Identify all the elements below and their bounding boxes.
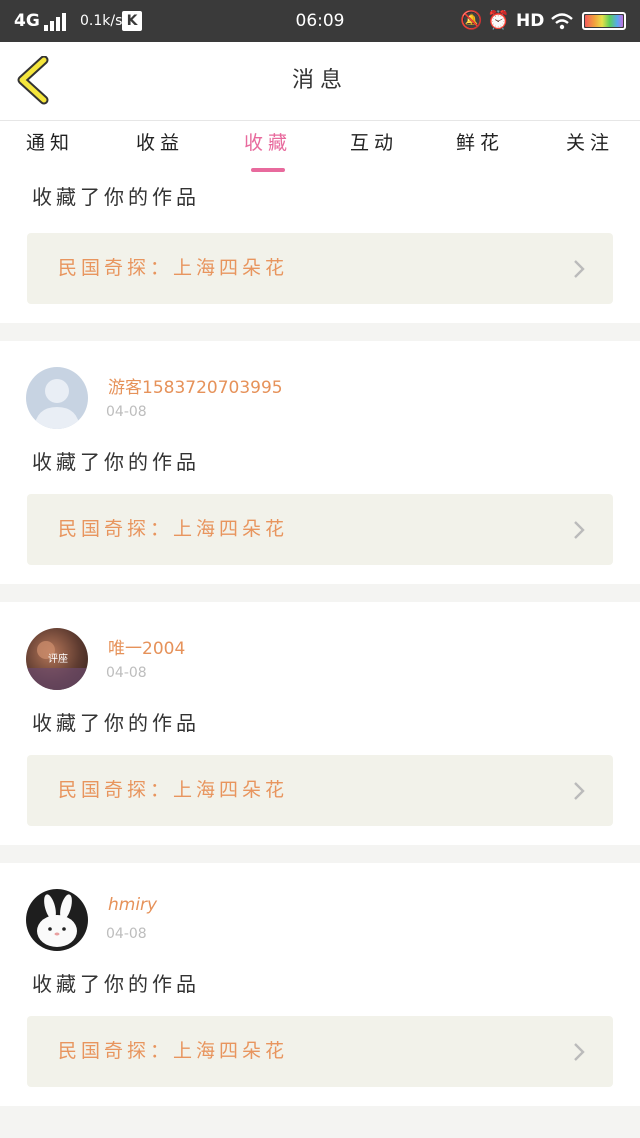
chevron-right-icon xyxy=(574,782,585,800)
action-text: 收藏了你的作品 xyxy=(32,711,200,735)
list-item: 评座 唯一2004 04-08 收藏了你的作品 民国奇探：上海四朵花 xyxy=(0,602,640,845)
work-link[interactable]: 民国奇探：上海四朵花 xyxy=(27,233,613,304)
user-name[interactable]: 唯一2004 xyxy=(108,634,185,659)
back-button[interactable] xyxy=(14,55,54,106)
action-text: 收藏了你的作品 xyxy=(32,185,200,209)
avatar-caption: 评座 xyxy=(48,654,68,665)
list-item: 收藏了你的作品 民国奇探：上海四朵花 xyxy=(0,175,640,323)
default-avatar-icon xyxy=(34,379,80,429)
chevron-right-icon xyxy=(574,260,585,278)
page-title: 消息 xyxy=(291,68,348,93)
tab-label: 通知 xyxy=(25,132,74,154)
avatar[interactable] xyxy=(26,367,88,429)
status-bar: 4G 0.1k/s K 06:09 🔕 ⏰ HD xyxy=(0,0,640,42)
tab-label: 鲜花 xyxy=(455,132,504,154)
tab-follows[interactable]: 关注 xyxy=(550,121,630,176)
work-link[interactable]: 民国奇探：上海四朵花 xyxy=(27,1016,613,1087)
avatar[interactable]: 评座 xyxy=(26,628,88,690)
tab-label: 关注 xyxy=(565,132,614,154)
work-title: 民国奇探：上海四朵花 xyxy=(58,779,289,801)
header: 消息 xyxy=(0,42,640,120)
wifi-icon xyxy=(549,0,575,42)
active-tab-indicator xyxy=(251,168,285,172)
tab-flowers[interactable]: 鲜花 xyxy=(440,121,520,176)
work-link[interactable]: 民国奇探：上海四朵花 xyxy=(27,494,613,565)
work-link[interactable]: 民国奇探：上海四朵花 xyxy=(27,755,613,826)
user-name[interactable]: hmiry xyxy=(108,895,157,915)
hd-indicator: HD xyxy=(516,11,545,31)
list-item: 游客1583720703995 04-08 收藏了你的作品 民国奇探：上海四朵花 xyxy=(0,341,640,584)
tab-label: 收益 xyxy=(135,132,184,154)
tab-bar: 通知 收益 收藏 互动 鲜花 关注 xyxy=(0,120,640,175)
tab-interactions[interactable]: 互动 xyxy=(334,121,414,176)
action-text: 收藏了你的作品 xyxy=(32,972,200,996)
tab-favorites[interactable]: 收藏 xyxy=(228,121,308,176)
post-date: 04-08 xyxy=(106,665,147,681)
mute-icon: 🔕 xyxy=(460,10,483,31)
chevron-right-icon xyxy=(574,1043,585,1061)
work-title: 民国奇探：上海四朵花 xyxy=(58,518,289,540)
avatar[interactable] xyxy=(26,889,88,951)
tab-label: 收藏 xyxy=(243,132,292,154)
tab-notifications[interactable]: 通知 xyxy=(10,121,90,176)
battery-icon xyxy=(582,12,626,30)
tab-label: 互动 xyxy=(349,132,398,154)
action-text: 收藏了你的作品 xyxy=(32,450,200,474)
work-title: 民国奇探：上海四朵花 xyxy=(58,257,289,279)
list-item: hmiry 04-08 收藏了你的作品 民国奇探：上海四朵花 xyxy=(0,863,640,1106)
chevron-right-icon xyxy=(574,521,585,539)
back-chevron-icon xyxy=(17,55,49,105)
post-date: 04-08 xyxy=(106,404,147,420)
work-title: 民国奇探：上海四朵花 xyxy=(58,1040,289,1062)
user-name[interactable]: 游客1583720703995 xyxy=(108,373,283,398)
bunny-avatar-icon xyxy=(37,894,77,947)
tab-earnings[interactable]: 收益 xyxy=(120,121,200,176)
alarm-icon: ⏰ xyxy=(487,10,510,31)
post-date: 04-08 xyxy=(106,926,147,942)
